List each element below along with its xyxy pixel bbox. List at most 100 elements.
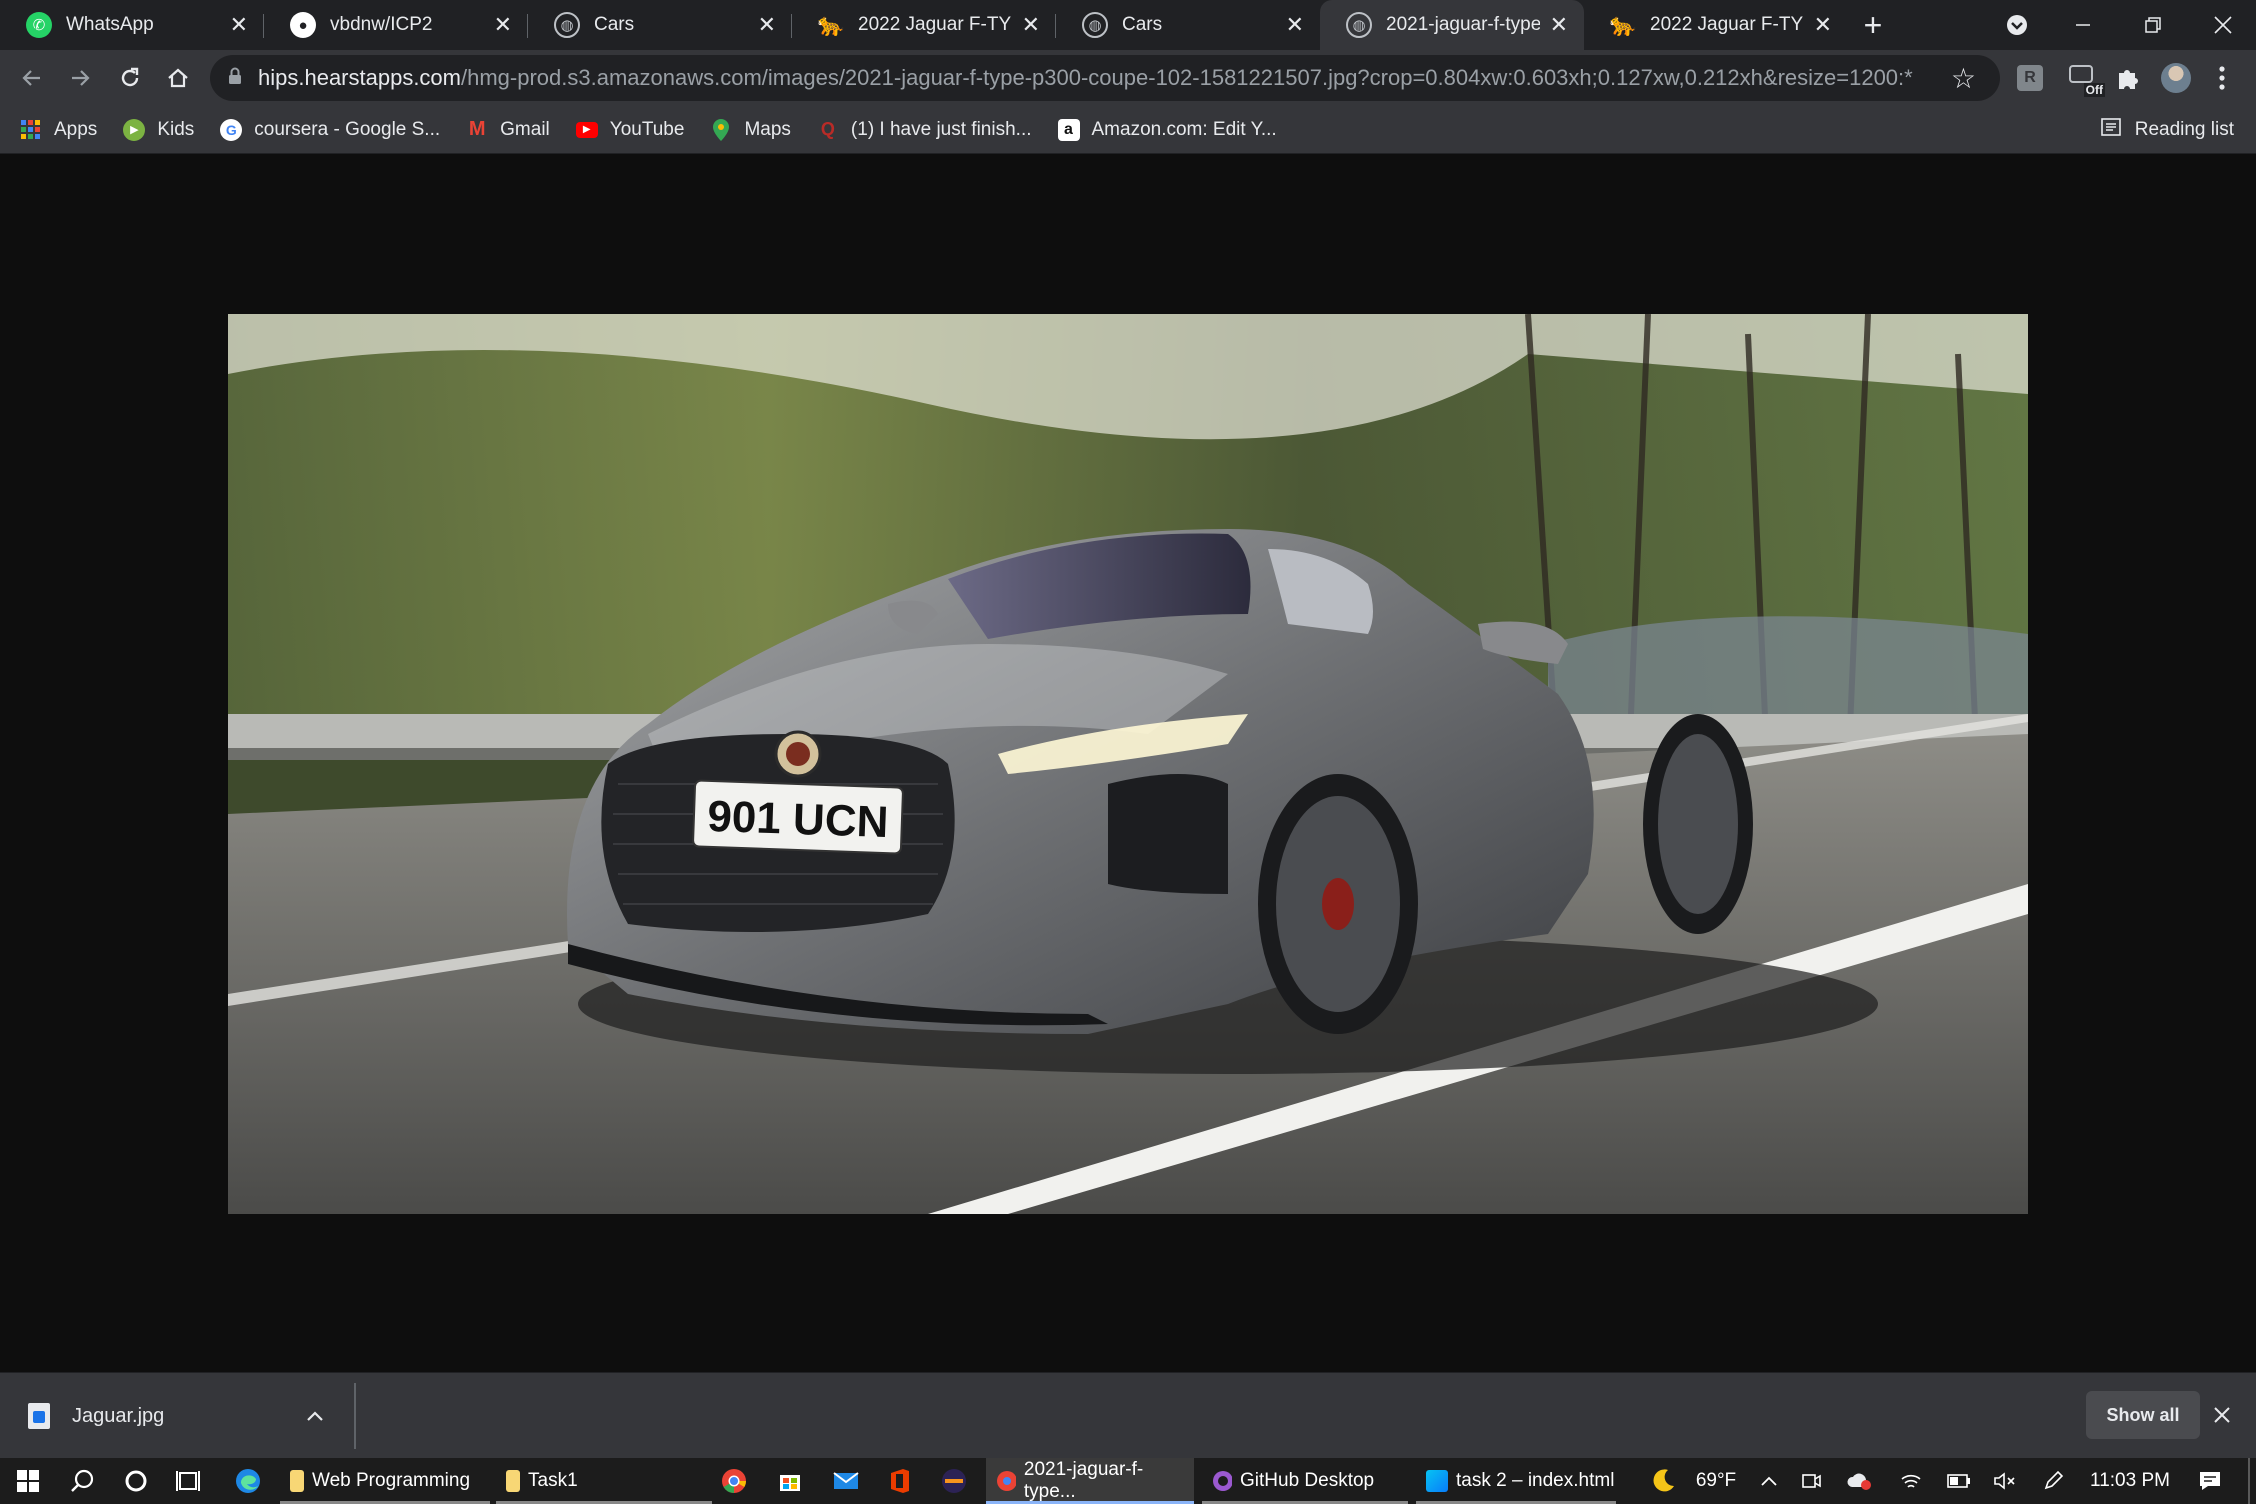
globe-icon: ◍	[1082, 12, 1108, 38]
restore-button[interactable]	[2128, 0, 2178, 50]
tab-title: 2021-jaguar-f-type-p	[1386, 14, 1540, 35]
bookmark-label: Kids	[157, 118, 195, 140]
taskbar-app-webstorm[interactable]: task 2 – index.html	[1416, 1458, 1616, 1504]
cortana-icon[interactable]	[116, 1458, 156, 1504]
maps-pin-icon	[710, 118, 732, 141]
new-tab-button[interactable]: +	[1848, 0, 1898, 50]
forward-button[interactable]	[56, 54, 104, 102]
download-options-chevron-icon[interactable]	[306, 1373, 324, 1459]
tab-active-image[interactable]: ◍ 2021-jaguar-f-type-p ✕	[1320, 0, 1584, 50]
globe-icon: ◍	[1346, 12, 1372, 38]
bookmarks-bar: Apps ▶ Kids G coursera - Google S... M G…	[0, 106, 2256, 154]
reading-list-icon	[2100, 118, 2121, 142]
minimize-button[interactable]	[2058, 0, 2108, 50]
tab-title: Cars	[594, 14, 635, 35]
jaguar-icon: 🐆	[1609, 12, 1637, 37]
tab-search-icon	[2007, 15, 2027, 35]
extension-r-icon[interactable]: R	[2008, 56, 2052, 100]
windows-start-icon[interactable]	[8, 1458, 48, 1504]
tab-whatsapp[interactable]: ✆ WhatsApp ✕	[0, 0, 264, 50]
menu-kebab-icon[interactable]	[2200, 56, 2244, 100]
extension-off-icon[interactable]: Off	[2060, 56, 2105, 100]
taskbar-app-label: Web Programming	[312, 1470, 471, 1491]
show-hidden-icons-chevron-icon[interactable]	[1754, 1458, 1784, 1504]
browser-toolbar: hips.hearstapps.com/hmg-prod.s3.amazonaw…	[0, 50, 2256, 106]
webstorm-icon	[1426, 1470, 1448, 1492]
bookmark-label: Apps	[54, 118, 98, 140]
show-desktop-button[interactable]	[2248, 1458, 2250, 1504]
chrome-icon[interactable]	[714, 1458, 754, 1504]
edge-icon[interactable]	[228, 1458, 268, 1504]
task-view-icon[interactable]	[168, 1458, 208, 1504]
eclipse-icon[interactable]	[934, 1458, 974, 1504]
bookmark-maps[interactable]: Maps	[710, 118, 791, 141]
weather-temperature[interactable]: 69°F	[1686, 1458, 1746, 1504]
bookmark-quora[interactable]: Q (1) I have just finish...	[817, 119, 1032, 141]
bookmark-label: Amazon.com: Edit Y...	[1091, 118, 1277, 140]
download-bar-close-button[interactable]	[2202, 1391, 2242, 1439]
bookmark-amazon[interactable]: a Amazon.com: Edit Y...	[1057, 118, 1277, 141]
pen-icon[interactable]	[2038, 1458, 2068, 1504]
home-button[interactable]	[154, 54, 202, 102]
onedrive-icon[interactable]	[1844, 1458, 1874, 1504]
reading-list-button[interactable]: Reading list	[2100, 106, 2234, 154]
office-icon[interactable]	[880, 1458, 920, 1504]
extensions-puzzle-icon[interactable]	[2106, 56, 2150, 100]
taskbar-app-chrome[interactable]: 2021-jaguar-f-type...	[986, 1458, 1194, 1504]
chrome-icon	[997, 1471, 1016, 1491]
meet-now-icon[interactable]	[1796, 1458, 1826, 1504]
google-icon: G	[220, 118, 243, 141]
tab-github[interactable]: ● vbdnw/ICP2 ✕	[264, 0, 528, 50]
address-bar[interactable]: hips.hearstapps.com/hmg-prod.s3.amazonaw…	[210, 55, 2000, 101]
search-icon[interactable]	[62, 1458, 102, 1504]
extension-badge: Off	[2083, 83, 2105, 97]
volume-muted-icon[interactable]	[1990, 1458, 2020, 1504]
profile-avatar[interactable]	[2154, 56, 2198, 100]
reload-button[interactable]	[106, 54, 154, 102]
weather-moon-icon[interactable]	[1646, 1458, 1680, 1504]
jaguar-image[interactable]: 901 UCN	[228, 314, 2028, 1214]
tab-search-button[interactable]	[1994, 0, 2040, 50]
tab-cars[interactable]: ◍ Cars ✕	[528, 0, 792, 50]
bookmark-apps[interactable]: Apps	[20, 119, 97, 141]
tab-jaguar-ftype[interactable]: 🐆 2022 Jaguar F-TYPE | ✕	[792, 0, 1056, 50]
close-icon[interactable]: ✕	[1286, 12, 1304, 38]
url-host: hips.hearstapps.com	[258, 65, 461, 90]
close-icon[interactable]: ✕	[1814, 12, 1832, 38]
tab-strip: ✆ WhatsApp ✕ ● vbdnw/ICP2 ✕ ◍ Cars ✕ 🐆 2…	[0, 0, 2256, 50]
play-icon: ▶	[123, 118, 146, 141]
license-plate-text: 901 UCN	[707, 792, 890, 847]
clock[interactable]: 11:03 PM	[2080, 1458, 2180, 1504]
bookmark-kids[interactable]: ▶ Kids	[123, 118, 195, 141]
bookmark-label: coursera - Google S...	[254, 118, 441, 140]
download-filename: Jaguar.jpg	[72, 1404, 165, 1427]
window-close-button[interactable]	[2196, 0, 2250, 50]
close-icon[interactable]: ✕	[494, 12, 512, 38]
close-icon[interactable]: ✕	[230, 12, 248, 38]
notifications-icon[interactable]	[2192, 1458, 2228, 1504]
battery-icon[interactable]	[1944, 1458, 1974, 1504]
close-icon[interactable]: ✕	[1550, 12, 1568, 38]
folder-icon	[290, 1470, 304, 1492]
close-icon[interactable]: ✕	[758, 12, 776, 38]
show-all-button[interactable]: Show all	[2086, 1391, 2200, 1439]
taskbar-app-label: GitHub Desktop	[1240, 1470, 1375, 1491]
reading-list-label: Reading list	[2134, 119, 2234, 140]
back-button[interactable]	[8, 54, 56, 102]
mail-icon[interactable]	[826, 1458, 866, 1504]
store-icon[interactable]	[770, 1458, 810, 1504]
tab-jaguar-ftype-2[interactable]: 🐆 2022 Jaguar F-TYPE | ✕	[1584, 0, 1848, 50]
apps-grid-icon	[20, 119, 42, 141]
bookmark-youtube[interactable]: ▶ YouTube	[575, 119, 684, 141]
bookmark-star-icon[interactable]: ☆	[1951, 62, 1976, 95]
folder-icon	[506, 1470, 520, 1492]
download-item[interactable]: Jaguar.jpg	[28, 1373, 164, 1459]
taskbar-app-task1[interactable]: Task1	[496, 1458, 712, 1504]
tab-cars-2[interactable]: ◍ Cars ✕	[1056, 0, 1320, 50]
bookmark-gmail[interactable]: M Gmail	[466, 118, 550, 141]
wifi-icon[interactable]	[1896, 1458, 1926, 1504]
close-icon[interactable]: ✕	[1022, 12, 1040, 38]
taskbar-app-github-desktop[interactable]: GitHub Desktop	[1202, 1458, 1408, 1504]
taskbar-app-web-programming[interactable]: Web Programming	[280, 1458, 490, 1504]
bookmark-coursera[interactable]: G coursera - Google S...	[220, 118, 441, 141]
